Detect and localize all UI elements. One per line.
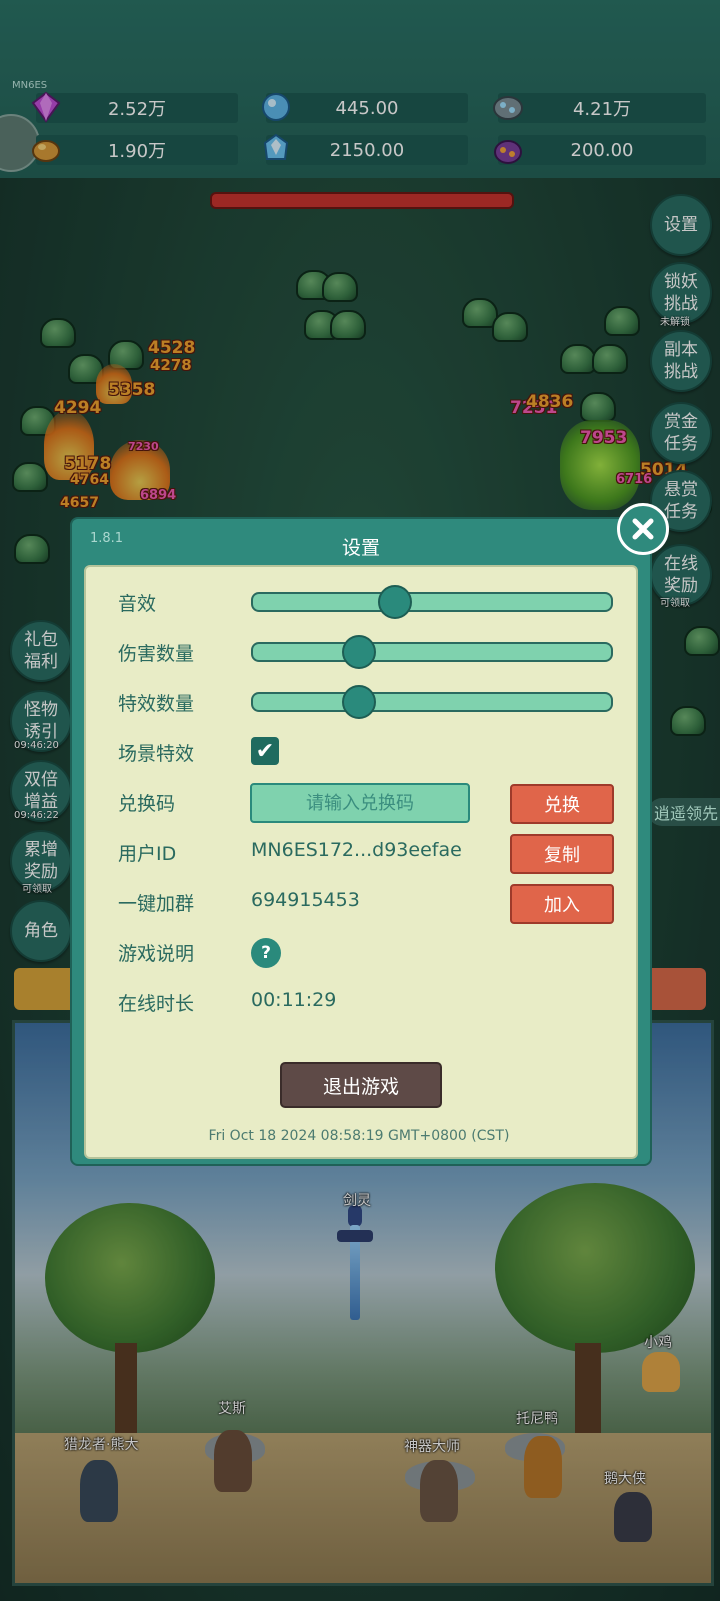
copy-button[interactable]: 复制 bbox=[510, 834, 614, 874]
exit-game-label: 退出游戏 bbox=[322, 1075, 399, 1098]
sound-slider[interactable] bbox=[251, 585, 613, 619]
scene-effect-label: 场景特效 bbox=[118, 743, 195, 765]
redeem-button-label: 兑换 bbox=[544, 795, 580, 816]
sound-slider-knob[interactable] bbox=[377, 585, 412, 619]
effect-count-label: 特效数量 bbox=[118, 693, 195, 715]
dialog-title: 设置 bbox=[341, 537, 380, 559]
game-guide-label: 游戏说明 bbox=[118, 943, 195, 965]
redeem-code-label: 兑换码 bbox=[118, 793, 176, 815]
close-icon bbox=[632, 518, 654, 540]
scene-effect-checkbox[interactable]: ✔ bbox=[251, 737, 279, 765]
user-id-value: MN6ES172...d93eefae bbox=[251, 839, 462, 861]
online-time-label: 在线时长 bbox=[118, 993, 195, 1015]
sound-label: 音效 bbox=[118, 593, 157, 615]
help-icon[interactable]: ? bbox=[251, 938, 281, 968]
user-id-label: 用户ID bbox=[118, 843, 177, 865]
damage-count-label: 伤害数量 bbox=[118, 643, 195, 665]
timestamp: Fri Oct 18 2024 08:58:19 GMT+0800 (CST) bbox=[208, 1128, 510, 1144]
exit-game-button[interactable]: 退出游戏 bbox=[280, 1062, 442, 1108]
checkmark-icon: ✔ bbox=[255, 738, 275, 764]
help-icon-glyph: ? bbox=[261, 943, 271, 963]
damage-count-slider-knob[interactable] bbox=[341, 635, 376, 669]
join-button[interactable]: 加入 bbox=[510, 884, 614, 924]
group-number: 694915453 bbox=[251, 889, 360, 911]
effect-count-slider-knob[interactable] bbox=[341, 685, 376, 719]
close-button[interactable] bbox=[617, 503, 669, 555]
join-group-label: 一键加群 bbox=[118, 893, 195, 915]
redeem-button[interactable]: 兑换 bbox=[510, 784, 614, 824]
damage-count-slider[interactable] bbox=[251, 635, 613, 669]
redeem-code-input[interactable] bbox=[250, 783, 470, 823]
online-time-value: 00:11:29 bbox=[251, 989, 337, 1011]
join-button-label: 加入 bbox=[544, 895, 580, 916]
effect-count-slider[interactable] bbox=[251, 685, 613, 719]
copy-button-label: 复制 bbox=[544, 845, 580, 866]
